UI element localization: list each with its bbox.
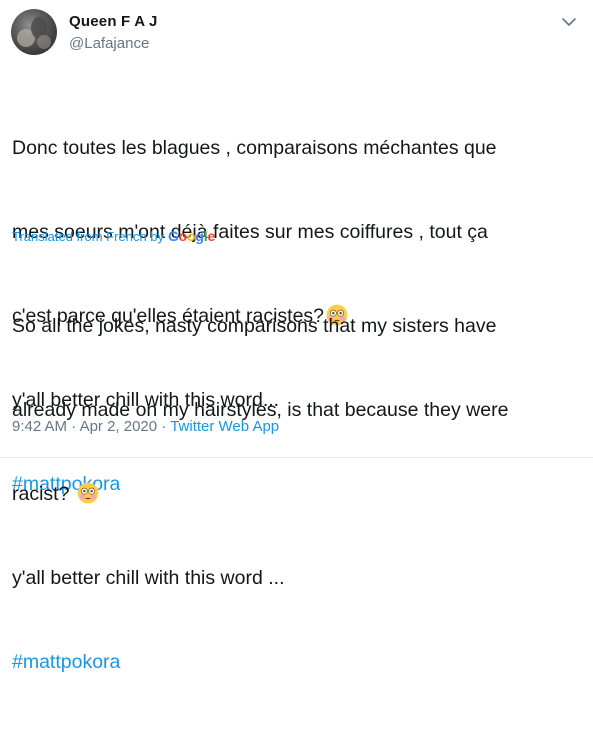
tweet-date[interactable]: Apr 2, 2020 (80, 418, 158, 435)
tweet-time[interactable]: 9:42 AM (12, 418, 67, 435)
chevron-down-icon (562, 17, 576, 26)
tweet-line-with-emoji: racist? (12, 480, 582, 508)
flushed-face-emoji (77, 482, 99, 504)
translation-attribution: Translated from French by Google (12, 228, 215, 244)
tweet-line: So all the jokes, nasty comparisons that… (12, 315, 497, 337)
more-options-button[interactable] (559, 12, 579, 32)
tweet-translated-text: So all the jokes, nasty comparisons that… (12, 256, 582, 732)
source-app-link[interactable]: Twitter Web App (170, 418, 279, 435)
separator: · (161, 418, 167, 435)
author-name[interactable]: Queen F A J (69, 13, 158, 30)
tweet-card: Queen F A J @Lafajance Donc toutes les b… (0, 0, 593, 673)
avatar[interactable] (11, 9, 57, 55)
tweet-metadata: 9:42 AM · Apr 2, 2020 · Twitter Web App (12, 418, 279, 435)
hashtag-link[interactable]: #mattpokora (12, 648, 582, 676)
tweet-line-text: racist? (12, 483, 75, 505)
translated-from-label: Translated from French by (12, 228, 164, 244)
tweet-line: y'all better chill with this word ... (12, 567, 285, 589)
author-handle[interactable]: @Lafajance (69, 35, 149, 52)
separator: · (71, 418, 77, 435)
google-logo: Google (167, 228, 216, 244)
tweet-line: Donc toutes les blagues , comparaisons m… (12, 137, 497, 159)
